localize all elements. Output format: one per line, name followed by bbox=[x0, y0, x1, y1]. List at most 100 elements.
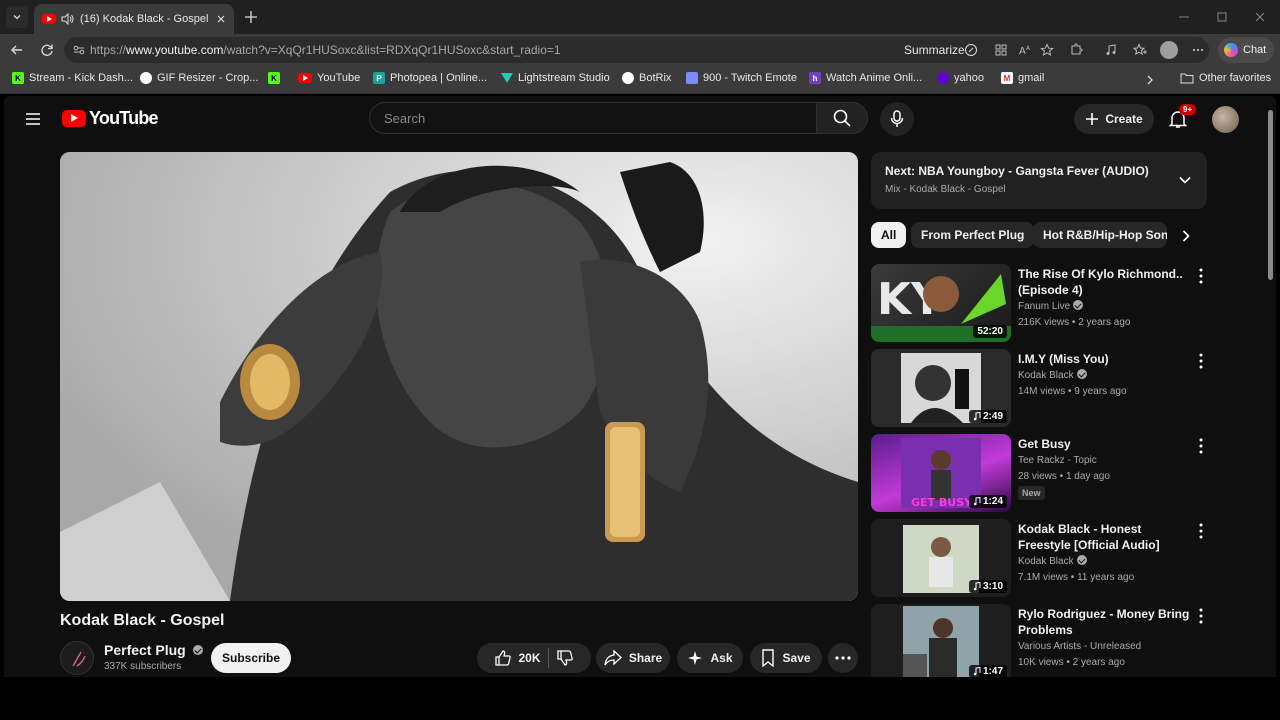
bookmark-item[interactable]: Mgmail bbox=[1001, 72, 1044, 84]
channel-name[interactable]: Tee Rackz - Topic bbox=[1018, 454, 1097, 468]
bookmark-item[interactable]: Lightstream Studio bbox=[501, 72, 610, 84]
channel-name[interactable]: Perfect Plug bbox=[104, 642, 203, 658]
recommended-video[interactable]: 2:49 I.M.Y (Miss You) Kodak Black 14M vi… bbox=[871, 349, 1211, 429]
youtube-favicon-icon bbox=[42, 14, 56, 24]
read-aloud-icon[interactable]: AA bbox=[1018, 43, 1032, 57]
summarize-icon[interactable] bbox=[964, 43, 978, 57]
bookmark-item[interactable]: K Stream - Kick Dash... bbox=[12, 72, 133, 84]
ask-button[interactable]: Ask bbox=[677, 643, 743, 673]
media-control-icon[interactable] bbox=[1104, 43, 1118, 57]
music-note-icon bbox=[973, 497, 981, 506]
chip-from-channel[interactable]: From Perfect Plug bbox=[911, 222, 1035, 248]
video-thumbnail[interactable]: 2:49 bbox=[871, 349, 1011, 427]
summarize-button[interactable]: Summarize bbox=[904, 43, 965, 57]
like-button[interactable]: 20K bbox=[494, 649, 541, 667]
bookmark-save-icon bbox=[762, 649, 775, 667]
youtube-logo[interactable]: YouTube bbox=[62, 108, 159, 129]
channel-avatar[interactable] bbox=[60, 641, 94, 675]
channel-name[interactable]: Various Artists - Unreleased bbox=[1018, 640, 1141, 654]
chip-hot-rnb[interactable]: Hot R&B/Hip-Hop Songs bbox=[1033, 222, 1167, 248]
close-window-icon[interactable] bbox=[1252, 9, 1268, 25]
video-title[interactable]: I.M.Y (Miss You) bbox=[1018, 351, 1190, 367]
search-input[interactable]: Search bbox=[369, 102, 816, 134]
hamburger-menu-icon[interactable] bbox=[24, 110, 42, 128]
bookmark-item[interactable]: BotRix bbox=[622, 72, 671, 84]
more-vertical-icon[interactable] bbox=[1199, 523, 1203, 539]
gif-resizer-icon bbox=[140, 72, 152, 84]
minimize-icon[interactable] bbox=[1176, 9, 1192, 25]
more-actions-button[interactable] bbox=[828, 643, 858, 673]
copilot-chat-button[interactable]: Chat bbox=[1218, 37, 1274, 63]
kick-icon: K bbox=[268, 72, 280, 84]
url-field[interactable]: https://www.youtube.com/watch?v=XqQr1HUS… bbox=[64, 37, 1209, 63]
more-vertical-icon[interactable] bbox=[1199, 608, 1203, 624]
plus-icon bbox=[1086, 113, 1099, 125]
twitch-emote-icon bbox=[686, 72, 698, 84]
refresh-icon[interactable] bbox=[39, 42, 55, 58]
more-vertical-icon[interactable] bbox=[1199, 268, 1203, 284]
music-note-icon bbox=[973, 582, 981, 591]
recommended-video[interactable]: KY 52:20 The Rise Of Kylo Richmond.. (Ep… bbox=[871, 264, 1211, 344]
maximize-icon[interactable] bbox=[1214, 9, 1230, 25]
video-thumbnail[interactable]: 1:47 bbox=[871, 604, 1011, 677]
svg-text:A: A bbox=[1019, 46, 1026, 57]
speaker-icon[interactable] bbox=[61, 13, 75, 25]
more-options-icon[interactable] bbox=[1191, 43, 1205, 57]
browser-tab-active[interactable]: (16) Kodak Black - Gospel - YouTube bbox=[34, 4, 234, 34]
video-title[interactable]: Get Busy bbox=[1018, 436, 1190, 452]
tab-title: (16) Kodak Black - Gospel - YouTube bbox=[80, 13, 211, 25]
favorite-star-icon[interactable] bbox=[1040, 43, 1054, 57]
video-title[interactable]: The Rise Of Kylo Richmond.. (Episode 4) bbox=[1018, 266, 1190, 298]
more-vertical-icon[interactable] bbox=[1199, 353, 1203, 369]
chip-all[interactable]: All bbox=[871, 222, 907, 248]
share-button[interactable]: Share bbox=[596, 643, 670, 673]
recommended-video[interactable]: GET BUSY 1:24 Get Busy Tee Rackz - Topic… bbox=[871, 434, 1211, 514]
search-icon bbox=[833, 109, 851, 127]
create-button[interactable]: Create bbox=[1074, 104, 1154, 134]
video-title[interactable]: Kodak Black - Honest Freestyle [Official… bbox=[1018, 521, 1190, 553]
page-scrollbar[interactable] bbox=[1266, 96, 1276, 677]
tab-list-button[interactable] bbox=[6, 6, 28, 28]
new-tab-plus-icon[interactable] bbox=[242, 8, 260, 26]
bookmark-item[interactable]: GIF Resizer - Crop... bbox=[140, 72, 258, 84]
bookmark-item[interactable]: 900 - Twitch Emote bbox=[686, 72, 797, 84]
video-thumbnail[interactable]: 3:10 bbox=[871, 519, 1011, 597]
profile-icon[interactable] bbox=[1160, 41, 1178, 59]
more-vertical-icon[interactable] bbox=[1199, 438, 1203, 454]
chevron-down-icon bbox=[13, 15, 21, 20]
bookmark-item[interactable]: K bbox=[268, 72, 280, 84]
recommended-video[interactable]: 3:10 Kodak Black - Honest Freestyle [Off… bbox=[871, 519, 1211, 599]
bookmark-item[interactable]: YouTube bbox=[298, 72, 360, 84]
back-arrow-icon[interactable] bbox=[9, 42, 25, 58]
playlist-next-panel[interactable]: Next: NBA Youngboy - Gangsta Fever (AUDI… bbox=[871, 152, 1207, 209]
bookmark-item[interactable]: h Watch Anime Onli... bbox=[809, 72, 922, 84]
subscribe-button[interactable]: Subscribe bbox=[211, 643, 291, 673]
split-screen-icon[interactable] bbox=[994, 43, 1008, 57]
chevron-right-icon[interactable] bbox=[1178, 228, 1194, 244]
dislike-thumbs-down-icon[interactable] bbox=[556, 649, 574, 667]
chevron-down-icon[interactable] bbox=[1177, 172, 1193, 188]
bookmark-item[interactable]: yahoo bbox=[937, 72, 984, 84]
other-favorites-folder[interactable]: Other favorites bbox=[1180, 72, 1271, 84]
recommended-video[interactable]: 1:47 Rylo Rodriguez - Money Bring Proble… bbox=[871, 604, 1211, 677]
video-thumbnail[interactable]: KY 52:20 bbox=[871, 264, 1011, 342]
bookmark-item[interactable]: P Photopea | Online... bbox=[373, 72, 487, 84]
voice-search-button[interactable] bbox=[880, 102, 914, 136]
favorites-icon[interactable] bbox=[1133, 43, 1147, 57]
chevron-right-icon[interactable] bbox=[1144, 74, 1156, 86]
channel-name[interactable]: Kodak Black bbox=[1018, 555, 1087, 569]
video-title[interactable]: Rylo Rodriguez - Money Bring Problems bbox=[1018, 606, 1190, 638]
video-player[interactable] bbox=[60, 152, 858, 601]
scrollbar-thumb[interactable] bbox=[1268, 110, 1273, 280]
save-button[interactable]: Save bbox=[750, 643, 822, 673]
mix-name: Mix - Kodak Black - Gospel bbox=[885, 184, 1006, 195]
search-button[interactable] bbox=[816, 102, 868, 134]
sparkle-icon bbox=[688, 651, 703, 665]
account-avatar[interactable] bbox=[1212, 106, 1239, 133]
video-thumbnail[interactable]: GET BUSY 1:24 bbox=[871, 434, 1011, 512]
channel-name[interactable]: Fanum Live bbox=[1018, 300, 1084, 314]
site-info-icon[interactable] bbox=[72, 43, 86, 57]
extensions-icon[interactable] bbox=[1069, 43, 1083, 57]
close-tab-icon[interactable] bbox=[216, 14, 226, 24]
channel-name[interactable]: Kodak Black bbox=[1018, 369, 1087, 383]
